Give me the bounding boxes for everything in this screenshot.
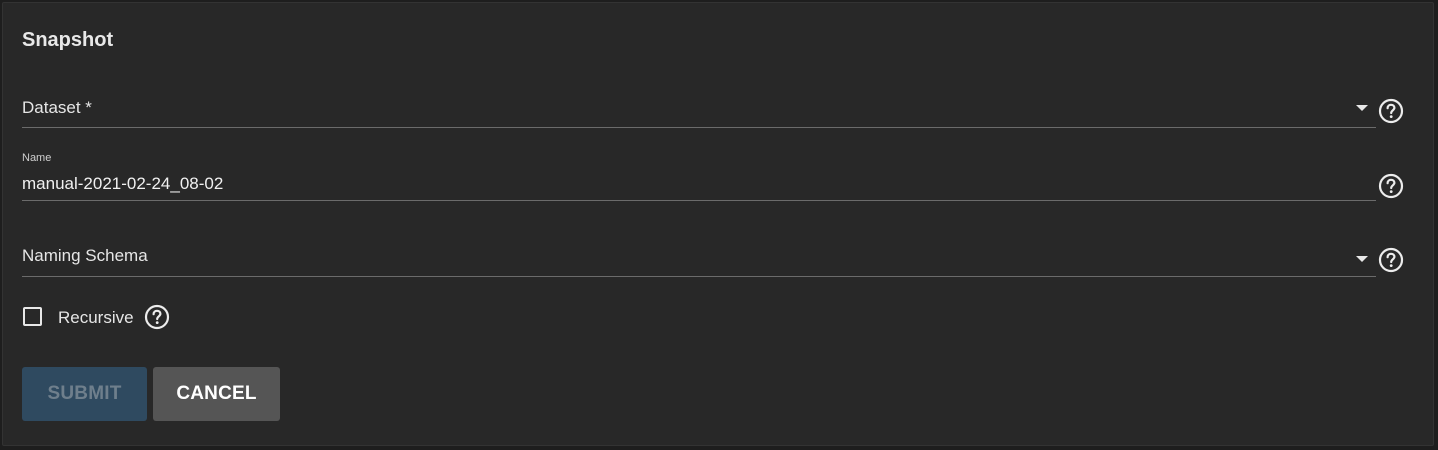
name-underline: [22, 200, 1376, 201]
naming-schema-underline: [22, 276, 1376, 277]
cancel-button[interactable]: CANCEL: [153, 367, 280, 421]
submit-button[interactable]: SUBMIT: [22, 367, 147, 421]
naming-schema-help-icon[interactable]: [1378, 247, 1404, 273]
naming-schema-select[interactable]: Naming Schema: [22, 239, 1376, 279]
recursive-label[interactable]: Recursive: [58, 308, 134, 328]
name-label: Name: [22, 152, 52, 164]
dataset-select[interactable]: Dataset *: [22, 89, 1376, 131]
name-field[interactable]: Name manual-2021-02-24_08-02: [22, 149, 1376, 203]
name-help-icon[interactable]: [1378, 173, 1404, 199]
naming-schema-dropdown-arrow-icon[interactable]: [1356, 256, 1368, 262]
dataset-label: Dataset *: [22, 98, 92, 117]
dataset-underline: [22, 127, 1376, 128]
name-input[interactable]: manual-2021-02-24_08-02: [22, 174, 223, 194]
dataset-help-icon[interactable]: [1378, 98, 1404, 124]
dataset-dropdown-arrow-icon[interactable]: [1356, 105, 1368, 111]
recursive-checkbox[interactable]: [23, 307, 42, 326]
snapshot-card: Snapshot Dataset * Name manual-2021-02-2…: [2, 2, 1434, 446]
naming-schema-label: Naming Schema: [22, 246, 148, 265]
recursive-help-icon[interactable]: [144, 304, 170, 330]
form-title: Snapshot: [22, 29, 114, 51]
